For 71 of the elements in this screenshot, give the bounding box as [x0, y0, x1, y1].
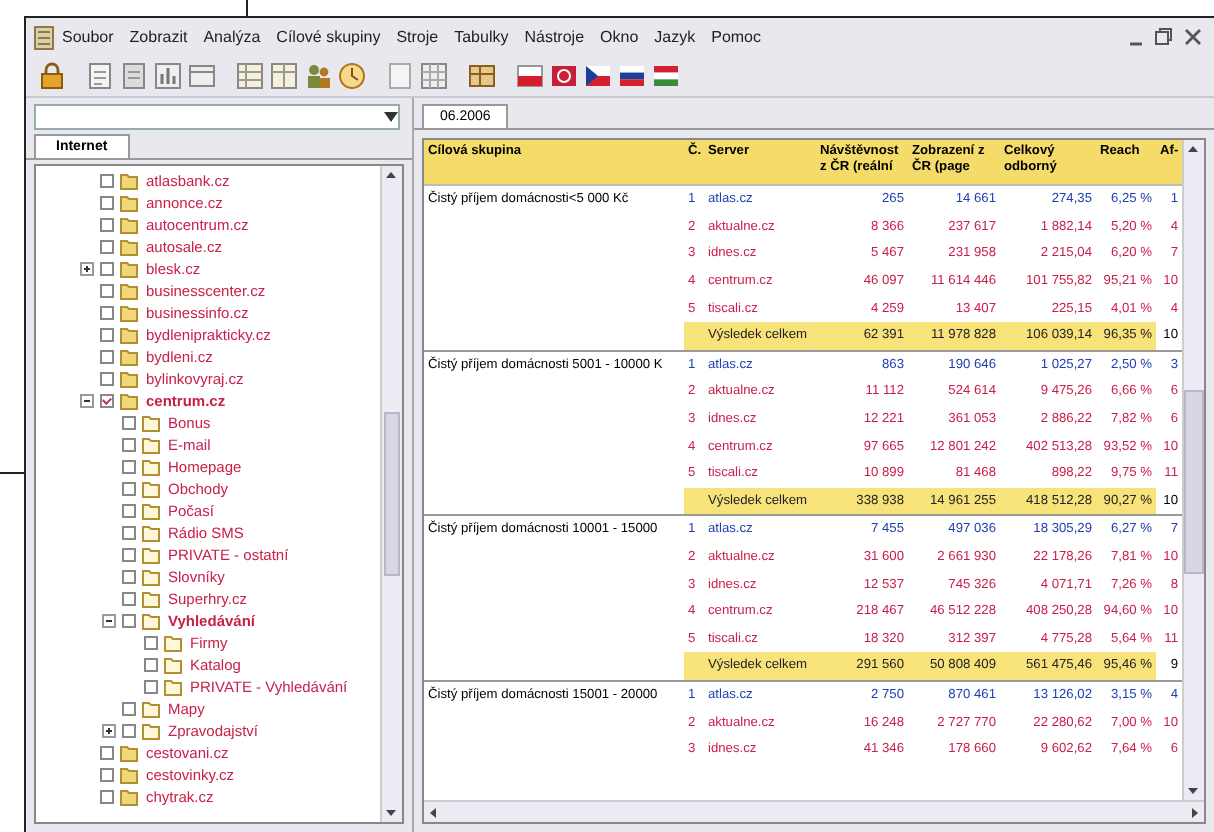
checkbox[interactable]	[100, 262, 114, 276]
checkbox[interactable]	[122, 416, 136, 430]
checkbox[interactable]	[100, 328, 114, 342]
checkbox[interactable]	[122, 504, 136, 518]
restore-icon[interactable]	[1155, 27, 1172, 44]
checkbox[interactable]	[100, 394, 114, 408]
people-icon[interactable]	[304, 62, 332, 90]
checkbox[interactable]	[122, 570, 136, 584]
menu-item[interactable]: Okno	[592, 28, 647, 46]
minimize-icon[interactable]	[1130, 41, 1142, 45]
checkbox[interactable]	[100, 196, 114, 210]
table-icon[interactable]	[270, 62, 298, 90]
menu-item[interactable]: Jazyk	[646, 28, 704, 46]
checkbox[interactable]	[144, 680, 158, 694]
menu-item[interactable]: Soubor	[54, 28, 122, 46]
checkbox[interactable]	[144, 658, 158, 672]
scrollbar-thumb[interactable]	[1184, 390, 1204, 574]
flag-icon[interactable]	[652, 62, 680, 90]
checkbox[interactable]	[122, 548, 136, 562]
checkbox[interactable]	[100, 746, 114, 760]
scrollbar[interactable]	[1182, 140, 1204, 800]
clock-icon[interactable]	[338, 62, 366, 90]
table-icon[interactable]	[236, 62, 264, 90]
checkbox[interactable]	[100, 306, 114, 320]
checkbox[interactable]	[122, 460, 136, 474]
checkbox[interactable]	[144, 636, 158, 650]
scrollbar-thumb[interactable]	[384, 412, 400, 576]
checkbox[interactable]	[100, 372, 114, 386]
menu-item[interactable]: Zobrazit	[121, 28, 196, 46]
flag-icon[interactable]	[584, 62, 612, 90]
dropdown-field[interactable]	[34, 104, 400, 130]
menu-item[interactable]: Analýza	[195, 28, 269, 46]
checkbox[interactable]	[122, 526, 136, 540]
window-icon[interactable]	[188, 62, 216, 90]
checkbox[interactable]	[122, 482, 136, 496]
checkbox[interactable]	[122, 614, 136, 628]
minus-icon[interactable]	[102, 614, 116, 628]
chart-icon[interactable]	[154, 62, 182, 90]
checkbox[interactable]	[100, 218, 114, 232]
grid-icon[interactable]	[420, 62, 448, 90]
close-icon[interactable]	[1184, 27, 1202, 45]
checkbox[interactable]	[122, 592, 136, 606]
menu-item[interactable]: Stroje	[388, 28, 447, 46]
scrollbar[interactable]	[380, 166, 402, 822]
menu-item[interactable]: Nástroje	[516, 28, 593, 46]
checkbox[interactable]	[122, 724, 136, 738]
caret-icon	[384, 112, 398, 122]
checkbox[interactable]	[100, 174, 114, 188]
flag-icon[interactable]	[618, 62, 646, 90]
scrollbar[interactable]	[424, 800, 1204, 822]
checkbox[interactable]	[100, 768, 114, 782]
plus-icon[interactable]	[80, 262, 94, 276]
menu-item[interactable]: Pomoc	[703, 28, 770, 46]
checkbox[interactable]	[100, 240, 114, 254]
plus-icon[interactable]	[102, 724, 116, 738]
checkbox[interactable]	[122, 702, 136, 716]
document-icon[interactable]	[120, 62, 148, 90]
lock-icon[interactable]	[38, 62, 66, 90]
checkbox[interactable]	[100, 790, 114, 804]
checkbox[interactable]	[100, 350, 114, 364]
app-icon	[34, 25, 54, 49]
document-icon[interactable]	[386, 62, 414, 90]
table-icon[interactable]	[468, 62, 496, 90]
flag-icon[interactable]	[516, 62, 544, 90]
checkbox[interactable]	[122, 438, 136, 452]
menu-item[interactable]: Tabulky	[446, 28, 517, 46]
document-icon[interactable]	[86, 62, 114, 90]
minus-icon[interactable]	[80, 394, 94, 408]
flag-icon[interactable]	[550, 62, 578, 90]
menu-item[interactable]: Cílové skupiny	[268, 28, 389, 46]
checkbox[interactable]	[100, 284, 114, 298]
